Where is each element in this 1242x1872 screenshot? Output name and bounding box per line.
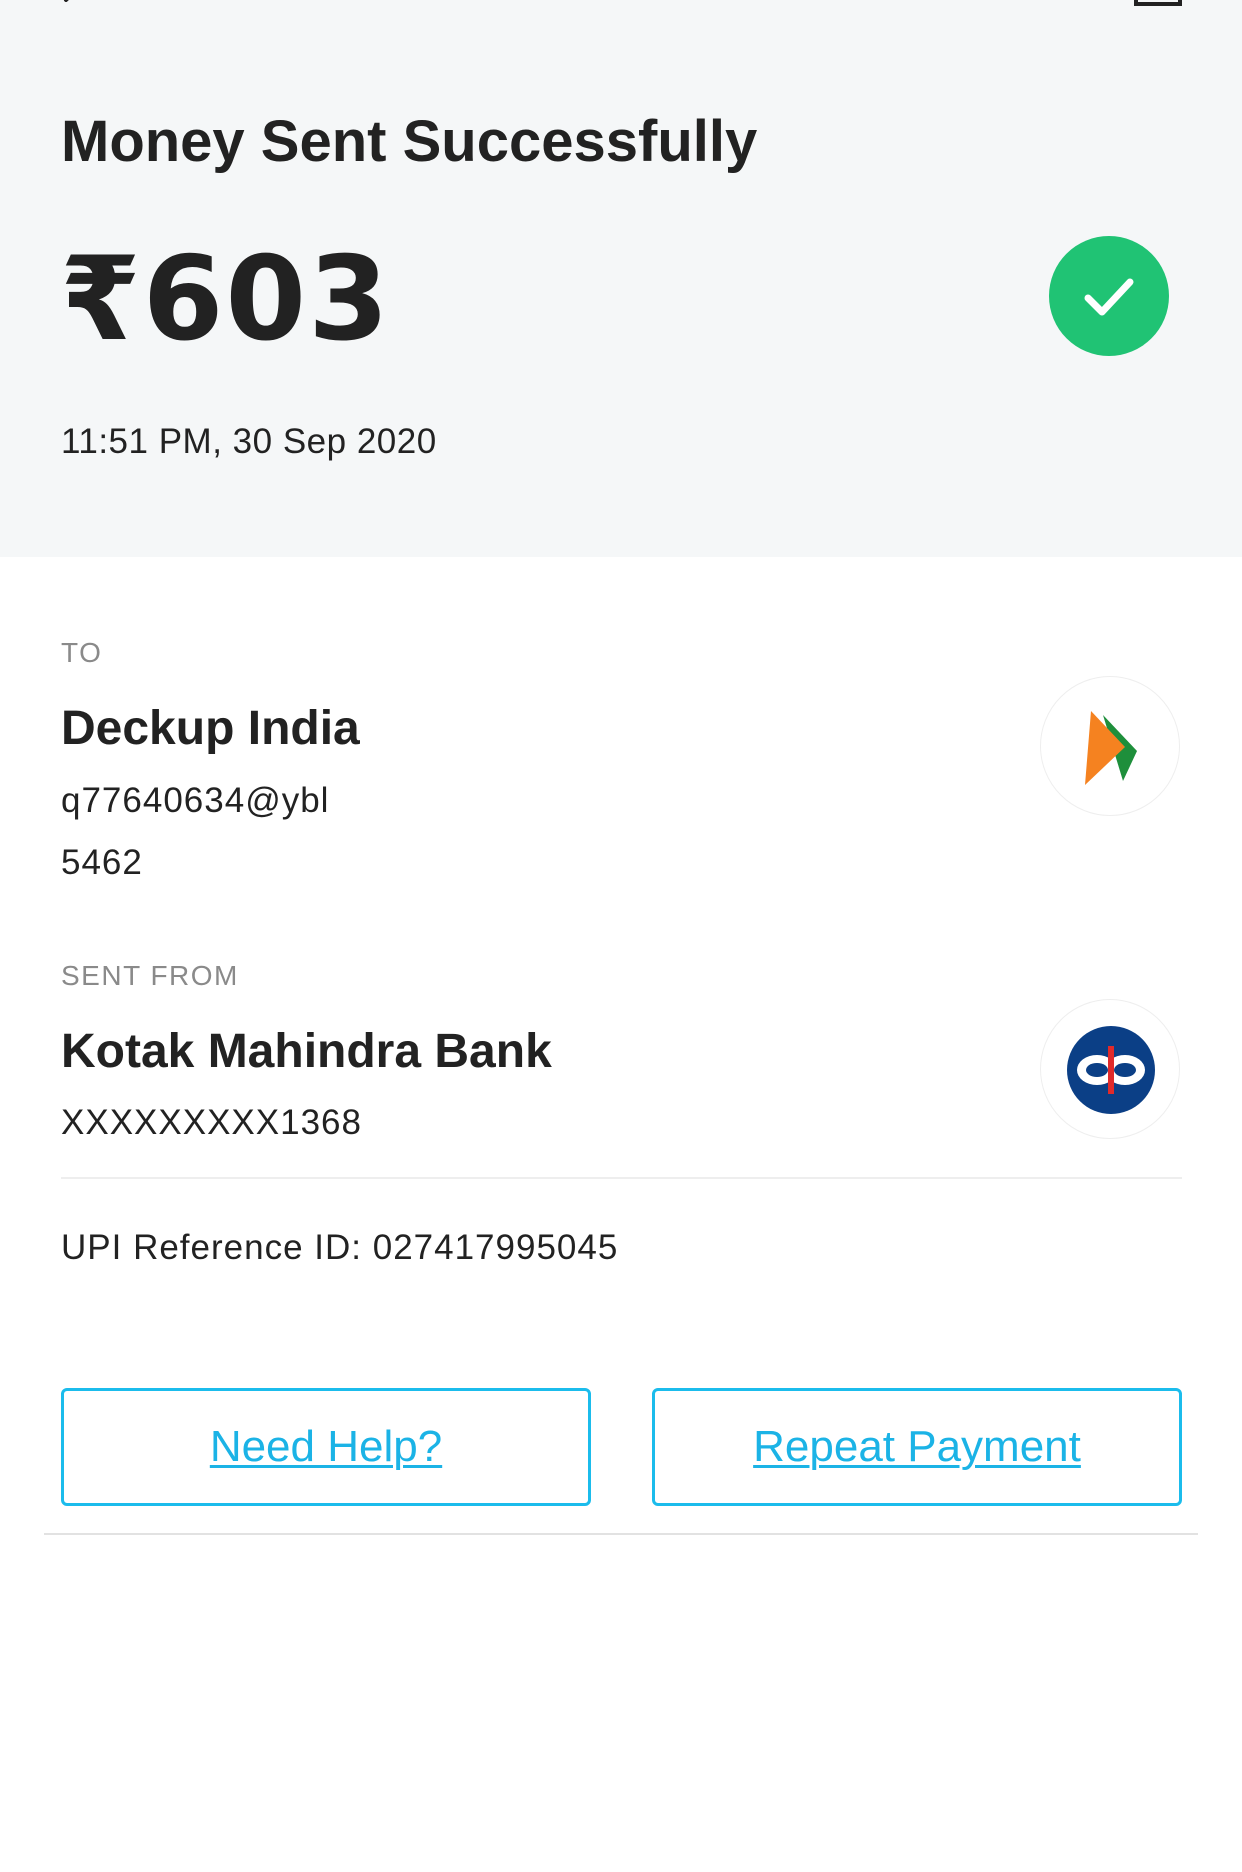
upi-reference-id: UPI Reference ID: 027417995045 xyxy=(61,1228,619,1267)
sender-bank-name: Kotak Mahindra Bank xyxy=(61,1025,552,1078)
kotak-bank-icon xyxy=(1067,1026,1155,1114)
success-check-icon xyxy=(1049,236,1169,356)
need-help-button[interactable]: Need Help? xyxy=(61,1388,591,1506)
need-help-label: Need Help? xyxy=(209,1422,443,1471)
page-title: Money Sent Successfully xyxy=(61,109,758,174)
transaction-header: Money Sent Successfully ₹603 11:51 PM, 3… xyxy=(0,0,1242,557)
amount-sent: ₹603 xyxy=(60,232,391,367)
bottom-divider xyxy=(44,1533,1198,1535)
recipient-upi-id: q77640634@ybl xyxy=(61,781,330,820)
recipient-name: Deckup India xyxy=(61,702,360,755)
repeat-payment-button[interactable]: Repeat Payment xyxy=(652,1388,1182,1506)
bhim-upi-icon xyxy=(1085,711,1137,785)
recipient-code: 5462 xyxy=(61,843,143,882)
sender-account-number: XXXXXXXXX1368 xyxy=(61,1103,362,1142)
sender-bank-logo xyxy=(1040,999,1180,1139)
repeat-payment-label: Repeat Payment xyxy=(753,1422,1081,1471)
section-divider xyxy=(61,1177,1182,1179)
back-arrow-icon[interactable] xyxy=(62,0,86,2)
transaction-timestamp: 11:51 PM, 30 Sep 2020 xyxy=(61,422,437,461)
recipient-logo xyxy=(1040,676,1180,816)
to-label: TO xyxy=(61,637,103,668)
share-icon[interactable] xyxy=(1134,0,1182,8)
sent-from-label: SENT FROM xyxy=(61,960,239,991)
